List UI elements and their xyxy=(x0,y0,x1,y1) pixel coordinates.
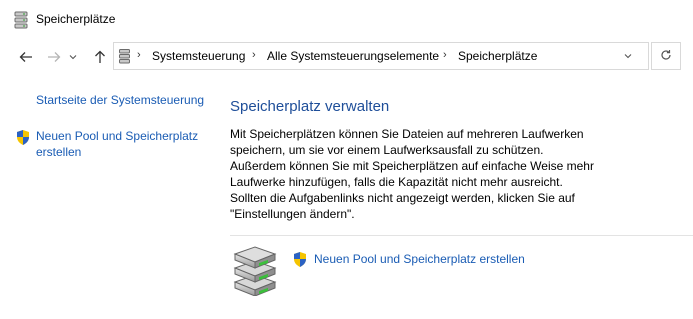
create-pool-sidebar-link[interactable]: Neuen Pool und Speicherplatz erstellen xyxy=(36,128,206,160)
forward-arrow-icon[interactable] xyxy=(44,47,64,67)
drive-stack-icon xyxy=(232,246,278,299)
divider xyxy=(230,235,693,236)
refresh-button[interactable] xyxy=(651,42,681,70)
breadcrumb-item-systemsteuerung[interactable]: Systemsteuerung xyxy=(152,49,245,63)
breadcrumb-separator-icon: › xyxy=(252,49,256,61)
storage-spaces-icon xyxy=(119,49,130,67)
breadcrumb-separator-icon: › xyxy=(443,49,447,61)
refresh-icon xyxy=(660,49,672,64)
navigation-bar: › Systemsteuerung › Alle Systemsteuerung… xyxy=(0,41,693,72)
address-bar[interactable]: › Systemsteuerung › Alle Systemsteuerung… xyxy=(113,42,649,70)
up-arrow-icon[interactable] xyxy=(90,47,110,67)
create-pool-task-link[interactable]: Neuen Pool und Speicherplatz erstellen xyxy=(314,252,525,266)
back-arrow-icon[interactable] xyxy=(16,47,36,67)
window-title: Speicherplätze xyxy=(36,12,116,26)
chevron-down-icon[interactable] xyxy=(624,50,632,62)
page-title: Speicherplatz verwalten xyxy=(230,98,390,115)
breadcrumb-item-speicherplaetze[interactable]: Speicherplätze xyxy=(458,49,537,63)
uac-shield-icon xyxy=(292,251,308,271)
breadcrumb-separator-icon: › xyxy=(137,49,141,61)
sidebar: Startseite der Systemsteuerung Neuen Poo… xyxy=(0,72,215,319)
control-panel-home-link[interactable]: Startseite der Systemsteuerung xyxy=(36,93,204,107)
storage-spaces-icon xyxy=(14,11,28,32)
description-text: Mit Speicherplätzen können Sie Dateien a… xyxy=(230,127,594,221)
chevron-down-icon[interactable] xyxy=(66,47,80,67)
title-bar: Speicherplätze xyxy=(0,0,693,40)
breadcrumb-item-alle-elemente[interactable]: Alle Systemsteuerungselemente xyxy=(267,49,439,63)
uac-shield-icon xyxy=(15,129,31,149)
